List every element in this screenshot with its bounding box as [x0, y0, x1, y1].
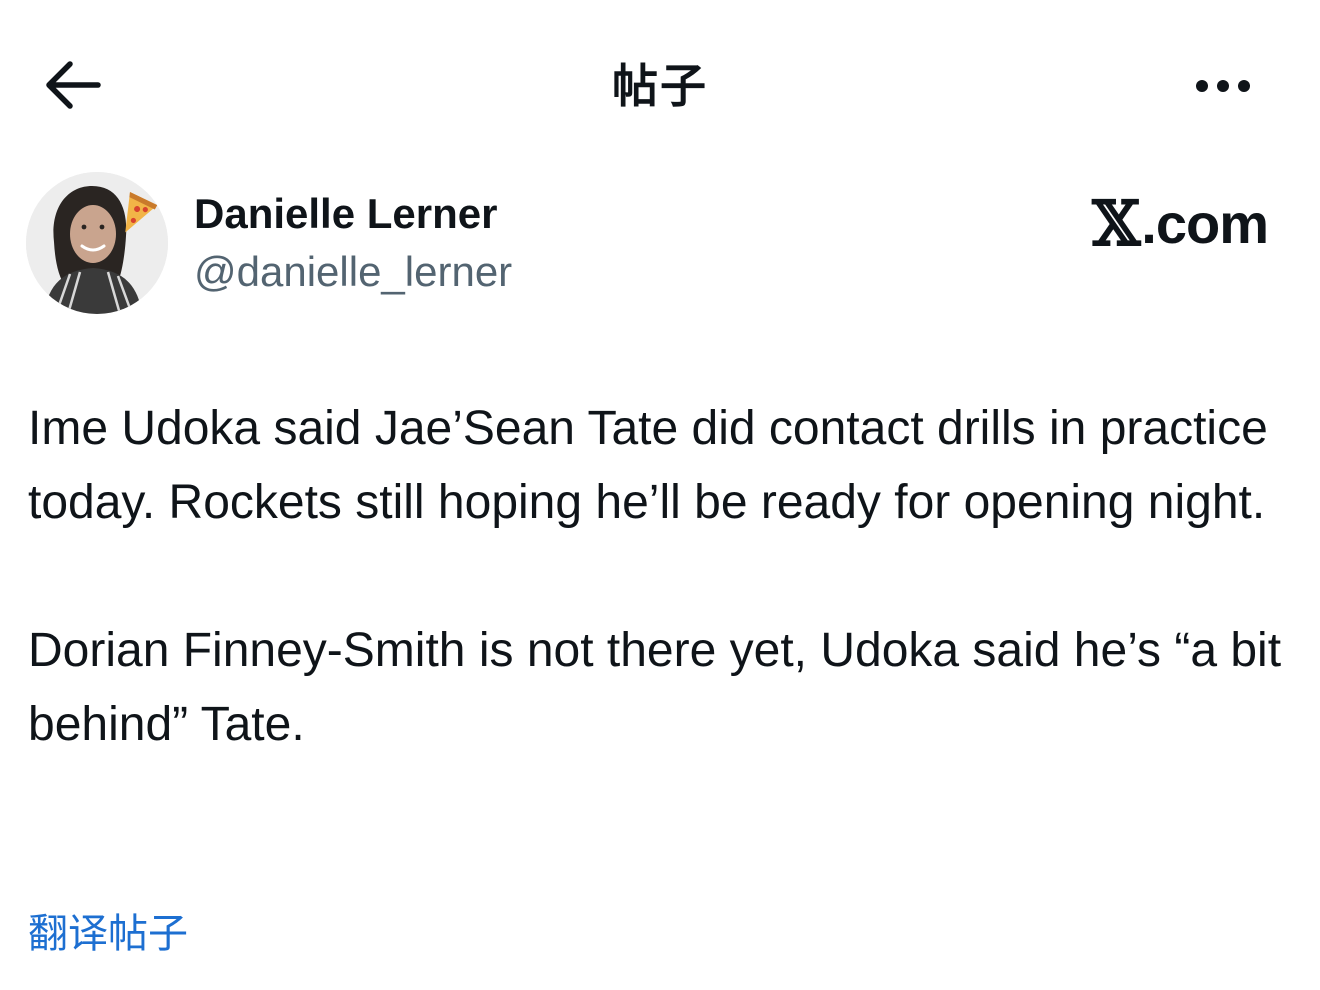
author-row: Danielle Lerner @danielle_lerner 𝕏 .com: [0, 170, 1320, 320]
more-options-button[interactable]: [1190, 66, 1256, 106]
more-horizontal-icon: [1196, 80, 1250, 92]
x-com-label: .com: [1141, 192, 1269, 255]
top-bar: 帖子: [0, 0, 1320, 170]
x-com-logo: 𝕏 .com: [1092, 187, 1269, 260]
post-text: Ime Udoka said Jae’Sean Tate did contact…: [28, 392, 1298, 762]
post-paragraph: Ime Udoka said Jae’Sean Tate did contact…: [28, 402, 1268, 529]
page-title: 帖子: [612, 59, 708, 113]
x-logo-icon: 𝕏: [1092, 187, 1140, 260]
translate-post-link[interactable]: 翻译帖子: [28, 904, 188, 964]
avatar-image: [26, 172, 168, 314]
avatar[interactable]: [26, 172, 168, 314]
post-paragraph: Dorian Finney-Smith is not there yet, Ud…: [28, 624, 1282, 751]
author-display-name[interactable]: Danielle Lerner: [194, 188, 497, 240]
author-handle[interactable]: @danielle_lerner: [194, 246, 512, 298]
